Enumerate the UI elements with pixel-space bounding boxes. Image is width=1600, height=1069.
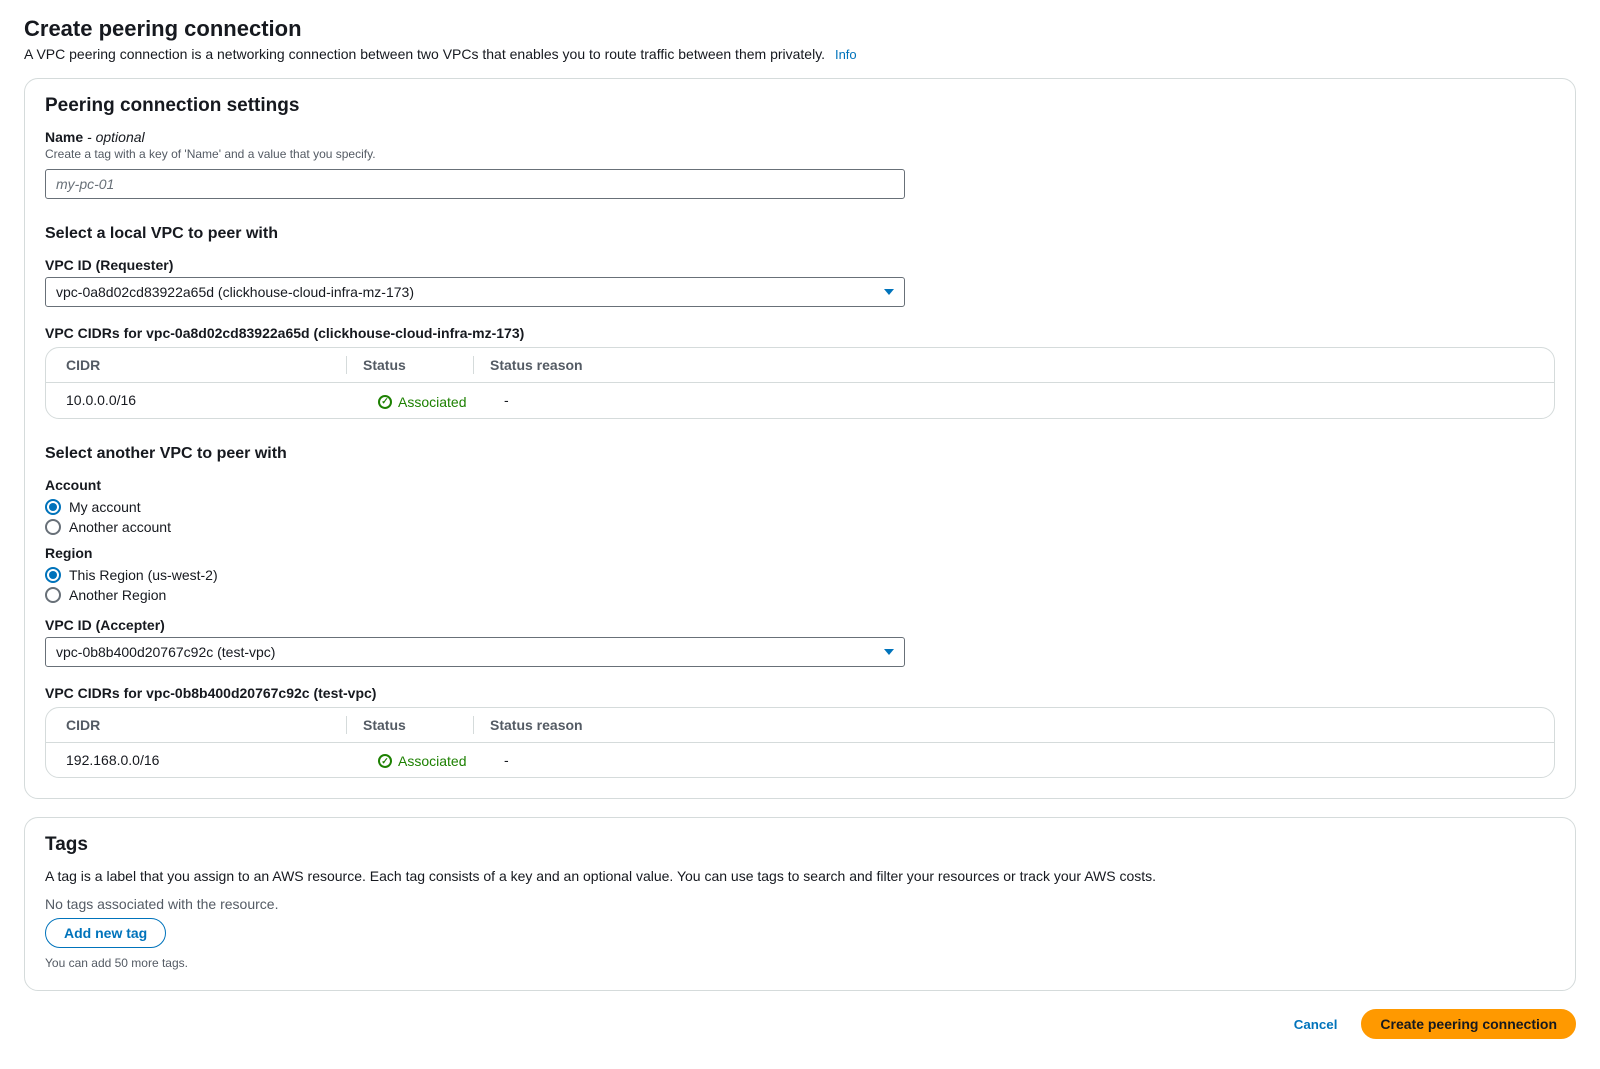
cell-reason: - — [488, 752, 1534, 768]
vpc-requester-value: vpc-0a8d02cd83922a65d (clickhouse-cloud-… — [56, 284, 414, 300]
chevron-down-icon — [884, 649, 894, 655]
th-reason: Status reason — [474, 717, 1534, 733]
chevron-down-icon — [884, 289, 894, 295]
local-vpc-section-title: Select a local VPC to peer with — [45, 225, 1555, 243]
status-badge: Associated — [378, 753, 466, 769]
name-hint: Create a tag with a key of 'Name' and a … — [45, 147, 1555, 161]
radio-another-account-label: Another account — [69, 519, 171, 535]
table-row: 192.168.0.0/16 Associated - — [46, 743, 1554, 778]
table-header-row: CIDR Status Status reason — [46, 708, 1554, 743]
radio-my-account[interactable]: My account — [45, 499, 1555, 515]
th-status: Status — [363, 717, 473, 733]
cell-cidr: 192.168.0.0/16 — [66, 752, 346, 768]
page-description: A VPC peering connection is a networking… — [24, 46, 825, 62]
tags-limit-note: You can add 50 more tags. — [45, 956, 1555, 970]
create-peering-button[interactable]: Create peering connection — [1361, 1009, 1576, 1039]
cell-reason: - — [488, 392, 1534, 408]
name-label: Name - optional — [45, 129, 1555, 145]
footer-actions: Cancel Create peering connection — [24, 1009, 1576, 1039]
cell-cidr: 10.0.0.0/16 — [66, 392, 346, 408]
tags-empty-text: No tags associated with the resource. — [45, 896, 1555, 912]
radio-this-region[interactable]: This Region (us-west-2) — [45, 567, 1555, 583]
account-radio-group: My account Another account — [45, 499, 1555, 535]
accepter-cidr-table: CIDR Status Status reason 192.168.0.0/16… — [45, 707, 1555, 779]
region-label: Region — [45, 545, 1555, 561]
local-cidrs-heading: VPC CIDRs for vpc-0a8d02cd83922a65d (cli… — [45, 325, 1555, 341]
table-row: 10.0.0.0/16 Associated - — [46, 383, 1554, 418]
add-tag-button[interactable]: Add new tag — [45, 918, 166, 948]
status-badge: Associated — [378, 394, 466, 410]
vpc-accepter-label: VPC ID (Accepter) — [45, 617, 1555, 633]
tags-panel: Tags A tag is a label that you assign to… — [24, 817, 1576, 991]
another-vpc-section-title: Select another VPC to peer with — [45, 445, 1555, 463]
name-label-text: Name — [45, 129, 83, 145]
th-status: Status — [363, 357, 473, 373]
radio-this-region-label: This Region (us-west-2) — [69, 567, 218, 583]
tags-title: Tags — [45, 834, 1555, 856]
table-header-row: CIDR Status Status reason — [46, 348, 1554, 383]
radio-another-region-label: Another Region — [69, 587, 166, 603]
th-cidr: CIDR — [66, 717, 346, 733]
region-radio-group: This Region (us-west-2) Another Region — [45, 567, 1555, 603]
info-link[interactable]: Info — [835, 47, 857, 62]
cell-status: Associated — [398, 394, 466, 410]
radio-another-region[interactable]: Another Region — [45, 587, 1555, 603]
vpc-accepter-select[interactable]: vpc-0b8b400d20767c92c (test-vpc) — [45, 637, 905, 667]
radio-another-account[interactable]: Another account — [45, 519, 1555, 535]
tags-description: A tag is a label that you assign to an A… — [45, 868, 1555, 884]
local-cidr-table: CIDR Status Status reason 10.0.0.0/16 As… — [45, 347, 1555, 419]
cancel-button[interactable]: Cancel — [1280, 1009, 1352, 1039]
accepter-cidrs-heading: VPC CIDRs for vpc-0b8b400d20767c92c (tes… — [45, 685, 1555, 701]
cell-status: Associated — [398, 753, 466, 769]
th-reason: Status reason — [474, 357, 1534, 373]
vpc-requester-label: VPC ID (Requester) — [45, 257, 1555, 273]
page-title: Create peering connection — [24, 16, 1576, 42]
vpc-accepter-value: vpc-0b8b400d20767c92c (test-vpc) — [56, 644, 275, 660]
peering-settings-title: Peering connection settings — [45, 95, 1555, 117]
peering-settings-panel: Peering connection settings Name - optio… — [24, 78, 1576, 799]
account-label: Account — [45, 477, 1555, 493]
vpc-requester-select[interactable]: vpc-0a8d02cd83922a65d (clickhouse-cloud-… — [45, 277, 905, 307]
check-circle-icon — [378, 754, 392, 768]
th-cidr: CIDR — [66, 357, 346, 373]
check-circle-icon — [378, 395, 392, 409]
name-input[interactable] — [45, 169, 905, 199]
page-description-row: A VPC peering connection is a networking… — [24, 46, 1576, 62]
radio-my-account-label: My account — [69, 499, 141, 515]
name-optional: - optional — [83, 129, 144, 145]
